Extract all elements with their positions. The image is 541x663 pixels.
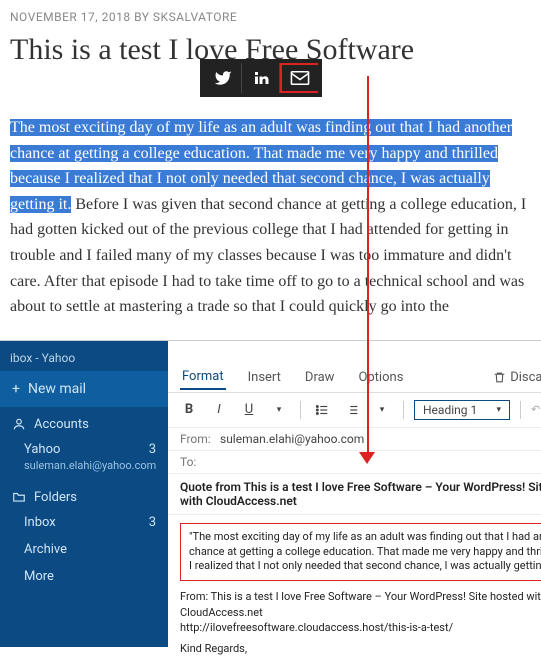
- sidebar-accounts-header[interactable]: Accounts: [0, 407, 168, 436]
- tab-insert[interactable]: Insert: [246, 366, 283, 389]
- accounts-label: Accounts: [34, 417, 89, 432]
- mail-sidebar: ibox - Yahoo + New mail Accounts Yahoo 3…: [0, 341, 168, 647]
- sidebar-window-title: ibox - Yahoo: [0, 341, 168, 371]
- mail-app: ibox - Yahoo + New mail Accounts Yahoo 3…: [0, 340, 541, 647]
- body-signature[interactable]: Kind Regards,: [168, 641, 541, 662]
- format-toolbar: B I U ▾ ▾ Heading 1 ▾ ↶ Undo ↷: [168, 393, 541, 428]
- window-controls: — ▢ ✕: [168, 341, 541, 361]
- number-list-button[interactable]: [341, 399, 363, 421]
- bullet-list-button[interactable]: [311, 399, 333, 421]
- compose-tabs: Format Insert Draw Options Discard Send: [168, 361, 541, 393]
- to-label: To:: [180, 455, 220, 469]
- folders-label: Folders: [34, 490, 77, 505]
- discard-button[interactable]: Discard: [493, 370, 541, 385]
- inbox-label: Inbox: [24, 515, 56, 530]
- compose-pane: — ▢ ✕ Format Insert Draw Options Discard…: [168, 341, 541, 647]
- linkedin-icon: [252, 69, 270, 87]
- twitter-icon: [214, 69, 232, 87]
- list-options-button[interactable]: ▾: [371, 399, 393, 421]
- font-options-button[interactable]: ▾: [268, 399, 290, 421]
- from-label: From:: [180, 432, 220, 446]
- folders-icon: [12, 490, 26, 504]
- inbox-count: 3: [149, 515, 156, 530]
- tab-options[interactable]: Options: [356, 366, 405, 389]
- email-icon: [290, 71, 310, 85]
- bold-button[interactable]: B: [178, 399, 200, 421]
- sidebar-inbox-item[interactable]: Inbox 3: [0, 509, 168, 536]
- account-name: Yahoo: [24, 442, 60, 457]
- article-rest: Before I was given that second chance at…: [10, 196, 526, 315]
- plus-icon: +: [12, 381, 20, 397]
- sidebar-folders-header[interactable]: Folders: [0, 480, 168, 509]
- heading-select-label: Heading 1: [423, 403, 477, 417]
- chevron-down-icon: ▾: [496, 405, 501, 415]
- sidebar-archive-item[interactable]: Archive: [0, 536, 168, 563]
- more-label: More: [24, 569, 54, 584]
- heading-select[interactable]: Heading 1 ▾: [414, 400, 510, 420]
- new-mail-label: New mail: [28, 381, 86, 397]
- bullets-icon: [315, 403, 329, 417]
- undo-button[interactable]: ↶ Undo: [531, 403, 541, 416]
- share-twitter-button[interactable]: [204, 63, 242, 93]
- quote-block[interactable]: "The most exciting day of my life as an …: [180, 523, 541, 582]
- new-mail-button[interactable]: + New mail: [0, 371, 168, 407]
- from-value[interactable]: suleman.elahi@yahoo.com: [220, 432, 541, 446]
- tab-draw[interactable]: Draw: [303, 366, 337, 389]
- accounts-icon: [12, 417, 26, 431]
- subject-row[interactable]: Quote from This is a test I love Free So…: [168, 474, 541, 515]
- article-body: The most exciting day of my life as an a…: [10, 115, 531, 320]
- share-bar: [200, 59, 322, 97]
- numbers-icon: [345, 403, 359, 417]
- to-row: To: Cc & Bcc: [168, 451, 541, 474]
- share-linkedin-button[interactable]: [242, 63, 280, 93]
- share-email-button[interactable]: [280, 63, 318, 93]
- article-region: NOVEMBER 17, 2018 BY SKSALVATORE This is…: [0, 0, 541, 340]
- annotation-arrow-head: [359, 452, 375, 464]
- account-email: suleman.elahi@yahoo.com: [0, 459, 168, 480]
- sidebar-account-item[interactable]: Yahoo 3: [0, 436, 168, 459]
- body-line-1: From: This is a test I love Free Softwar…: [180, 589, 541, 620]
- from-row: From: suleman.elahi@yahoo.com: [168, 428, 541, 451]
- underline-button[interactable]: U: [238, 399, 260, 421]
- body-source-block[interactable]: From: This is a test I love Free Softwar…: [168, 589, 541, 641]
- body-line-2: http://ilovefreesoftware.cloudaccess.hos…: [180, 620, 541, 635]
- sidebar-more-item[interactable]: More: [0, 563, 168, 590]
- trash-icon: [493, 371, 506, 384]
- annotation-arrow-line: [367, 76, 369, 456]
- italic-button[interactable]: I: [208, 399, 230, 421]
- account-count: 3: [149, 442, 156, 457]
- post-meta: NOVEMBER 17, 2018 BY SKSALVATORE: [10, 10, 531, 24]
- archive-label: Archive: [24, 542, 67, 557]
- tab-format[interactable]: Format: [180, 365, 226, 390]
- undo-icon: ↶: [531, 403, 540, 416]
